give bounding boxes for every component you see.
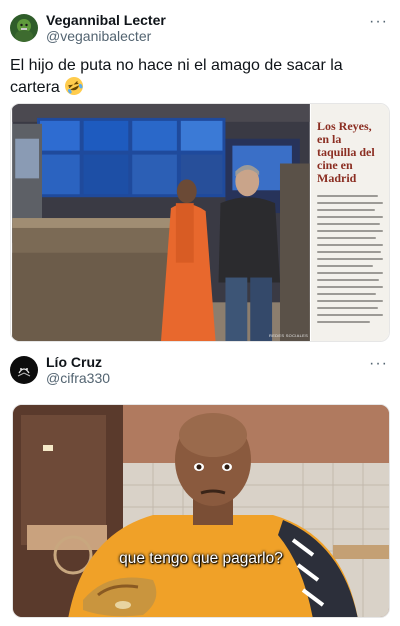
- tweet1-text-content: El hijo de puta no hace ni el amago de s…: [10, 57, 343, 96]
- tweet1-handle[interactable]: @veganibalecter: [46, 28, 166, 44]
- rolling-laughing-emoji-icon: [64, 76, 84, 96]
- tweet1-avatar[interactable]: [10, 14, 38, 43]
- video-caption: que tengo que pagarlo?: [119, 550, 283, 567]
- newspaper-headline: Los Reyes, en la taquilla del cine en Ma…: [317, 119, 375, 185]
- newspaper-photo: [12, 104, 310, 341]
- tweet2-image[interactable]: que tengo que pagarlo?: [12, 404, 390, 618]
- tweet2-avatar[interactable]: [10, 356, 38, 385]
- tweet1-text: El hijo de puta no hace ni el amago de s…: [10, 55, 388, 98]
- photo-credit: REDES SOCIALES: [269, 333, 309, 338]
- tweet2-display-name[interactable]: Lío Cruz: [46, 354, 110, 370]
- newspaper-body-text: [317, 195, 383, 323]
- tweet2-handle[interactable]: @cifra330: [46, 370, 110, 386]
- tweet1-display-name[interactable]: Vegannibal Lecter: [46, 12, 166, 28]
- video-frame: [13, 405, 389, 617]
- tweet2-more-icon[interactable]: ···: [369, 356, 388, 372]
- tweet1-more-icon[interactable]: ···: [369, 14, 388, 30]
- tweet1-image[interactable]: REDES SOCIALES Los Reyes, en la taquilla…: [10, 103, 390, 342]
- tweet2-header: Lío Cruz @cifra330: [10, 354, 110, 386]
- tweet1-header: Vegannibal Lecter @veganibalecter: [10, 12, 166, 44]
- newspaper-column: Los Reyes, en la taquilla del cine en Ma…: [311, 104, 389, 341]
